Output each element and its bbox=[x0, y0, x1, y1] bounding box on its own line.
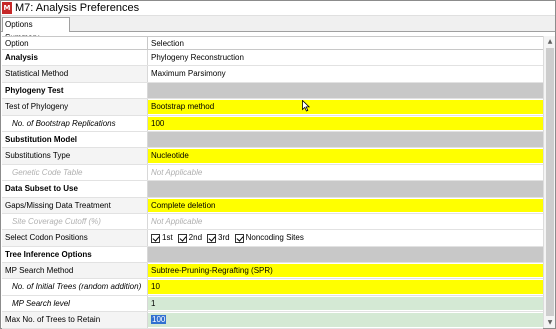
codon-1st-checkbox[interactable]: 1st bbox=[151, 231, 173, 244]
column-header-selection[interactable]: Selection bbox=[148, 37, 543, 50]
row-max-trees-retain[interactable]: Max No. of Trees to Retain 100 bbox=[2, 312, 543, 329]
section-phylogeny-test: Phylogeny Test bbox=[2, 82, 543, 100]
option-label: Max No. of Trees to Retain bbox=[2, 312, 148, 328]
section-label: Phylogeny Test bbox=[2, 82, 148, 99]
option-label: MP Search level bbox=[2, 295, 148, 312]
options-grid: Option Selection Analysis Phylogeny Reco… bbox=[2, 36, 543, 329]
row-bootstrap-replications[interactable]: No. of Bootstrap Replications 100 bbox=[2, 115, 543, 132]
checkbox-label: 1st bbox=[162, 233, 173, 242]
row-mp-search-level[interactable]: MP Search level 1 bbox=[2, 295, 543, 313]
option-label: Substitutions Type bbox=[2, 148, 148, 164]
option-label: No. of Bootstrap Replications bbox=[2, 115, 148, 131]
checkbox-label: 3rd bbox=[218, 233, 230, 242]
option-label: MP Search Method bbox=[2, 263, 148, 279]
row-site-coverage-cutoff: Site Coverage Cutoff (%) Not Applicable bbox=[2, 213, 543, 231]
section-fill bbox=[148, 246, 543, 263]
bootstrap-replications-input[interactable]: 100 bbox=[148, 116, 543, 130]
gaps-treatment-dropdown[interactable]: Complete deletion bbox=[148, 198, 543, 212]
option-label: Select Codon Positions bbox=[2, 230, 148, 246]
substitutions-type-dropdown[interactable]: Nucleotide bbox=[148, 149, 543, 163]
section-fill bbox=[148, 131, 543, 148]
codon-positions-checkboxes: 1st 2nd 3rd Noncoding Sites bbox=[148, 231, 543, 244]
max-trees-retain-input[interactable]: 100 bbox=[148, 313, 543, 327]
mega-app-icon: M bbox=[2, 2, 12, 14]
option-label: Analysis bbox=[2, 50, 148, 66]
section-substitution-model: Substitution Model bbox=[2, 131, 543, 149]
grid-header: Option Selection bbox=[2, 36, 543, 50]
row-statistical-method[interactable]: Statistical Method Maximum Parsimony bbox=[2, 66, 543, 83]
test-of-phylogeny-dropdown[interactable]: Bootstrap method bbox=[148, 100, 543, 114]
row-mp-search-method[interactable]: MP Search Method Subtree-Pruning-Regraft… bbox=[2, 263, 543, 280]
tab-strip: Options Summary bbox=[1, 16, 555, 42]
option-label: Gaps/Missing Data Treatment bbox=[2, 197, 148, 213]
option-label: Test of Phylogeny bbox=[2, 99, 148, 115]
codon-3rd-checkbox[interactable]: 3rd bbox=[207, 231, 230, 244]
mp-search-level-input[interactable]: 1 bbox=[148, 296, 543, 311]
row-analysis[interactable]: Analysis Phylogeny Reconstruction bbox=[2, 50, 543, 67]
mp-search-method-dropdown[interactable]: Subtree-Pruning-Regrafting (SPR) bbox=[148, 264, 543, 278]
section-tree-inference-options: Tree Inference Options bbox=[2, 246, 543, 264]
checkbox-checked-icon[interactable] bbox=[207, 233, 217, 243]
section-fill bbox=[148, 181, 543, 197]
scroll-up-arrow-icon[interactable]: ▲ bbox=[544, 36, 556, 47]
title-bar: M M7: Analysis Preferences bbox=[1, 1, 555, 16]
checkbox-label: 2nd bbox=[188, 233, 203, 242]
checkbox-checked-icon[interactable] bbox=[151, 233, 160, 243]
column-header-option[interactable]: Option bbox=[2, 37, 148, 50]
codon-2nd-checkbox[interactable]: 2nd bbox=[177, 231, 203, 244]
option-label: Statistical Method bbox=[2, 66, 148, 82]
row-initial-trees[interactable]: No. of Initial Trees (random addition) 1… bbox=[2, 279, 543, 296]
selection-value: Not Applicable bbox=[151, 216, 203, 226]
option-label: Genetic Code Table bbox=[2, 164, 148, 181]
row-test-of-phylogeny[interactable]: Test of Phylogeny Bootstrap method bbox=[2, 99, 543, 116]
selection-value[interactable]: Phylogeny Reconstruction bbox=[148, 51, 543, 64]
row-genetic-code-table: Genetic Code Table Not Applicable bbox=[2, 164, 543, 182]
initial-trees-input[interactable]: 10 bbox=[148, 280, 543, 294]
window-title: M7: Analysis Preferences bbox=[15, 2, 140, 14]
section-label: Tree Inference Options bbox=[2, 246, 148, 263]
checkbox-label: Noncoding Sites bbox=[245, 233, 304, 242]
section-fill bbox=[148, 82, 543, 99]
row-substitutions-type[interactable]: Substitutions Type Nucleotide bbox=[2, 148, 543, 165]
section-data-subset: Data Subset to Use bbox=[2, 181, 543, 198]
tab-options-summary[interactable]: Options Summary bbox=[2, 17, 70, 42]
checkbox-checked-icon[interactable] bbox=[177, 233, 187, 243]
row-select-codon-positions[interactable]: Select Codon Positions 1st 2nd 3rd Nonco… bbox=[2, 230, 543, 247]
row-gaps-missing-data[interactable]: Gaps/Missing Data Treatment Complete del… bbox=[2, 197, 543, 214]
option-label: Site Coverage Cutoff (%) bbox=[2, 213, 148, 230]
option-label: No. of Initial Trees (random addition) bbox=[2, 279, 148, 295]
section-label: Substitution Model bbox=[2, 131, 148, 148]
noncoding-sites-checkbox[interactable]: Noncoding Sites bbox=[234, 231, 304, 244]
mouse-cursor-icon bbox=[302, 100, 310, 112]
analysis-preferences-window: M M7: Analysis Preferences Options Summa… bbox=[0, 0, 556, 329]
scroll-down-arrow-icon[interactable]: ▼ bbox=[544, 317, 556, 328]
checkbox-checked-icon[interactable] bbox=[234, 233, 244, 243]
selection-value: Not Applicable bbox=[151, 167, 203, 177]
selected-text[interactable]: 100 bbox=[151, 315, 167, 325]
vertical-scrollbar[interactable]: ▲ ▼ bbox=[543, 36, 555, 328]
selection-value[interactable]: Maximum Parsimony bbox=[148, 67, 543, 80]
scroll-thumb[interactable] bbox=[546, 48, 554, 316]
section-label: Data Subset to Use bbox=[2, 181, 148, 197]
